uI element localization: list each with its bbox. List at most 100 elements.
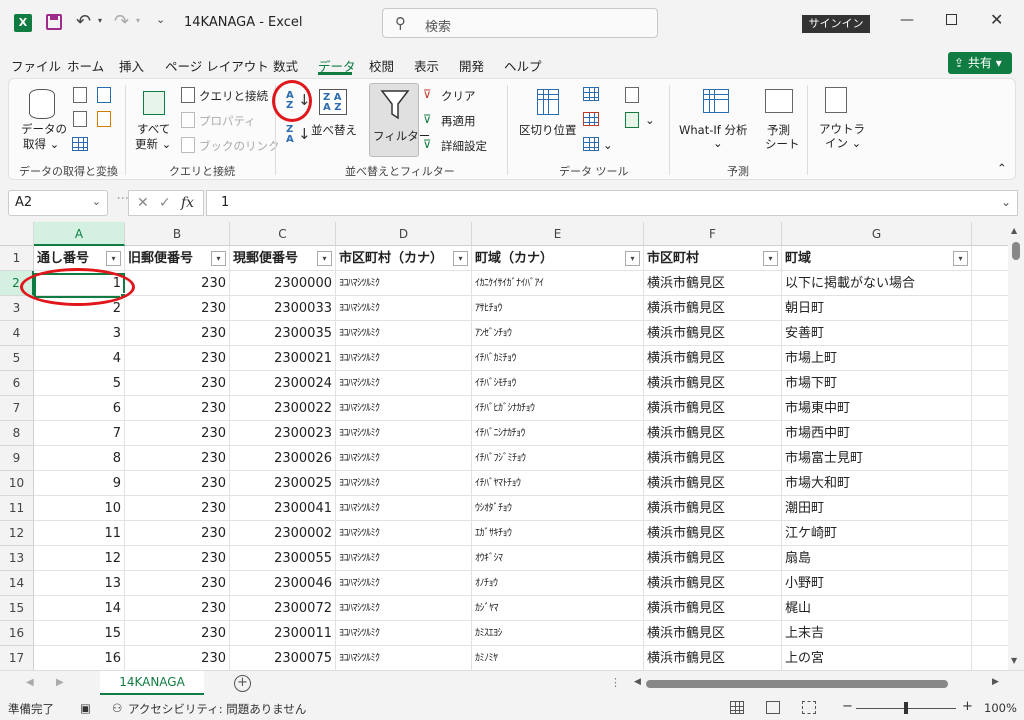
table-cell[interactable]: 16 <box>34 646 125 670</box>
search-box[interactable]: ⚲ 検索 <box>382 8 658 38</box>
row-header[interactable]: 17 <box>0 646 34 670</box>
table-cell[interactable]: 230 <box>125 396 230 421</box>
table-cell[interactable]: 2300023 <box>230 421 336 446</box>
table-cell[interactable]: ﾖｺﾊﾏｼﾂﾙﾐｸ <box>336 471 472 496</box>
filter-dropdown-icon[interactable]: ▾ <box>211 251 226 266</box>
queries-connections-icon[interactable] <box>181 87 195 103</box>
undo-icon[interactable]: ↶ <box>76 11 91 32</box>
empty-cell[interactable] <box>972 646 1010 670</box>
queries-connections-button[interactable]: クエリと接続 <box>199 88 268 104</box>
enter-icon[interactable]: ✓ <box>159 195 171 211</box>
table-cell[interactable]: 小野町 <box>782 571 972 596</box>
column-header-a[interactable]: A <box>34 222 125 246</box>
table-cell[interactable]: 230 <box>125 346 230 371</box>
reapply-button[interactable]: 再適用 <box>441 113 476 129</box>
table-cell[interactable]: 横浜市鶴見区 <box>644 571 782 596</box>
row-header[interactable]: 9 <box>0 446 34 471</box>
table-cell[interactable]: ﾖｺﾊﾏｼﾂﾙﾐｸ <box>336 496 472 521</box>
scroll-right-icon[interactable]: ▶ <box>992 677 999 687</box>
clear-filter-button[interactable]: クリア <box>441 88 476 104</box>
text-to-columns-button[interactable]: 区切り位置 <box>519 122 577 138</box>
row-header[interactable]: 11 <box>0 496 34 521</box>
header-cell[interactable]: 町域（カナ） ▾ <box>472 246 644 271</box>
table-cell[interactable]: 横浜市鶴見区 <box>644 496 782 521</box>
table-cell[interactable]: 市場西中町 <box>782 421 972 446</box>
table-cell[interactable]: 上末吉 <box>782 621 972 646</box>
table-cell[interactable]: ｶﾐﾉﾐﾔ <box>472 646 644 670</box>
table-cell[interactable]: 2300041 <box>230 496 336 521</box>
header-cell[interactable]: 市区町村 ▾ <box>644 246 782 271</box>
advanced-filter-button[interactable]: 詳細設定 <box>441 138 487 154</box>
tab-page-layout[interactable]: ページ レイアウト <box>165 56 269 75</box>
redo-icon[interactable]: ↷ <box>114 11 129 32</box>
table-cell[interactable]: 2300026 <box>230 446 336 471</box>
filter-dropdown-icon[interactable]: ▾ <box>106 251 121 266</box>
table-cell[interactable]: ﾖｺﾊﾏｼﾂﾙﾐｸ <box>336 521 472 546</box>
expand-formula-bar-icon[interactable]: ⌄ <box>1001 195 1011 209</box>
close-button[interactable]: ✕ <box>990 10 1003 29</box>
accessibility-status[interactable]: アクセシビリティ: 問題ありません <box>128 701 306 717</box>
table-cell[interactable]: 横浜市鶴見区 <box>644 471 782 496</box>
restore-button[interactable] <box>946 14 957 25</box>
relationships-icon[interactable] <box>625 112 639 128</box>
table-cell[interactable]: 11 <box>34 521 125 546</box>
table-cell[interactable]: 7 <box>34 421 125 446</box>
row-header[interactable]: 6 <box>0 371 34 396</box>
table-cell[interactable]: 230 <box>125 646 230 670</box>
quick-access-customize-icon[interactable]: ⌄ <box>156 13 165 26</box>
row-header[interactable]: 7 <box>0 396 34 421</box>
table-cell[interactable]: 2300011 <box>230 621 336 646</box>
empty-cell[interactable] <box>972 471 1010 496</box>
table-cell[interactable]: 横浜市鶴見区 <box>644 396 782 421</box>
normal-view-icon[interactable] <box>730 701 744 714</box>
table-cell[interactable]: ﾖｺﾊﾏｼﾂﾙﾐｸ <box>336 421 472 446</box>
column-header-f[interactable]: F <box>644 222 782 246</box>
filter-dropdown-icon[interactable]: ▾ <box>953 251 968 266</box>
table-cell[interactable]: 13 <box>34 571 125 596</box>
table-cell[interactable]: 2300024 <box>230 371 336 396</box>
table-cell[interactable]: 2300033 <box>230 296 336 321</box>
tab-home[interactable]: ホーム <box>67 56 104 75</box>
row-header[interactable]: 1 <box>0 246 34 271</box>
table-cell[interactable]: 扇島 <box>782 546 972 571</box>
formula-input[interactable]: 1 ⌄ <box>206 190 1018 216</box>
table-cell[interactable]: 230 <box>125 521 230 546</box>
table-cell[interactable]: 安善町 <box>782 321 972 346</box>
empty-cell[interactable] <box>972 446 1010 471</box>
collapse-ribbon-icon[interactable]: ⌃ <box>997 161 1007 175</box>
cancel-icon[interactable]: ✕ <box>137 195 149 211</box>
header-cell[interactable]: 町域 ▾ <box>782 246 972 271</box>
empty-cell[interactable] <box>972 396 1010 421</box>
recent-sources-icon[interactable] <box>97 87 111 103</box>
table-cell[interactable]: ﾖｺﾊﾏｼﾂﾙﾐｸ <box>336 296 472 321</box>
page-break-view-icon[interactable] <box>802 701 816 714</box>
header-cell[interactable]: 市区町村（カナ） ▾ <box>336 246 472 271</box>
reapply-icon[interactable]: ⊽ <box>423 112 431 126</box>
table-cell[interactable]: 230 <box>125 546 230 571</box>
column-header-c[interactable]: C <box>230 222 336 246</box>
table-cell[interactable]: 市場富士見町 <box>782 446 972 471</box>
table-cell[interactable]: 以下に掲載がない場合 <box>782 271 972 296</box>
table-cell[interactable]: ｵﾉﾁｮｳ <box>472 571 644 596</box>
sheet-next-icon[interactable]: ▶ <box>56 677 64 688</box>
from-text-icon[interactable] <box>73 87 87 103</box>
column-header-b[interactable]: B <box>125 222 230 246</box>
table-cell[interactable]: 2300055 <box>230 546 336 571</box>
relationships-dropdown-icon[interactable]: ⌄ <box>645 113 655 127</box>
vertical-scrollbar[interactable]: ▲ ▼ <box>1008 222 1024 670</box>
column-header-d[interactable]: D <box>336 222 472 246</box>
filter-button[interactable]: フィルター <box>369 83 430 157</box>
table-cell[interactable]: 横浜市鶴見区 <box>644 621 782 646</box>
table-cell[interactable]: 230 <box>125 496 230 521</box>
from-table-icon[interactable] <box>72 137 88 151</box>
signin-button[interactable]: サインイン <box>802 15 870 33</box>
tab-review[interactable]: 校閲 <box>369 56 394 75</box>
table-cell[interactable]: 230 <box>125 321 230 346</box>
table-cell[interactable]: 2300000 <box>230 271 336 296</box>
table-cell[interactable]: ｲﾁﾊﾞﾋｶﾞｼﾅｶﾁｮｳ <box>472 396 644 421</box>
table-cell[interactable]: ﾖｺﾊﾏｼﾂﾙﾐｸ <box>336 446 472 471</box>
table-cell[interactable]: 6 <box>34 396 125 421</box>
scroll-down-icon[interactable]: ▼ <box>1011 656 1017 665</box>
horizontal-scroll-thumb[interactable] <box>646 680 948 688</box>
tab-help[interactable]: ヘルプ <box>504 56 542 75</box>
